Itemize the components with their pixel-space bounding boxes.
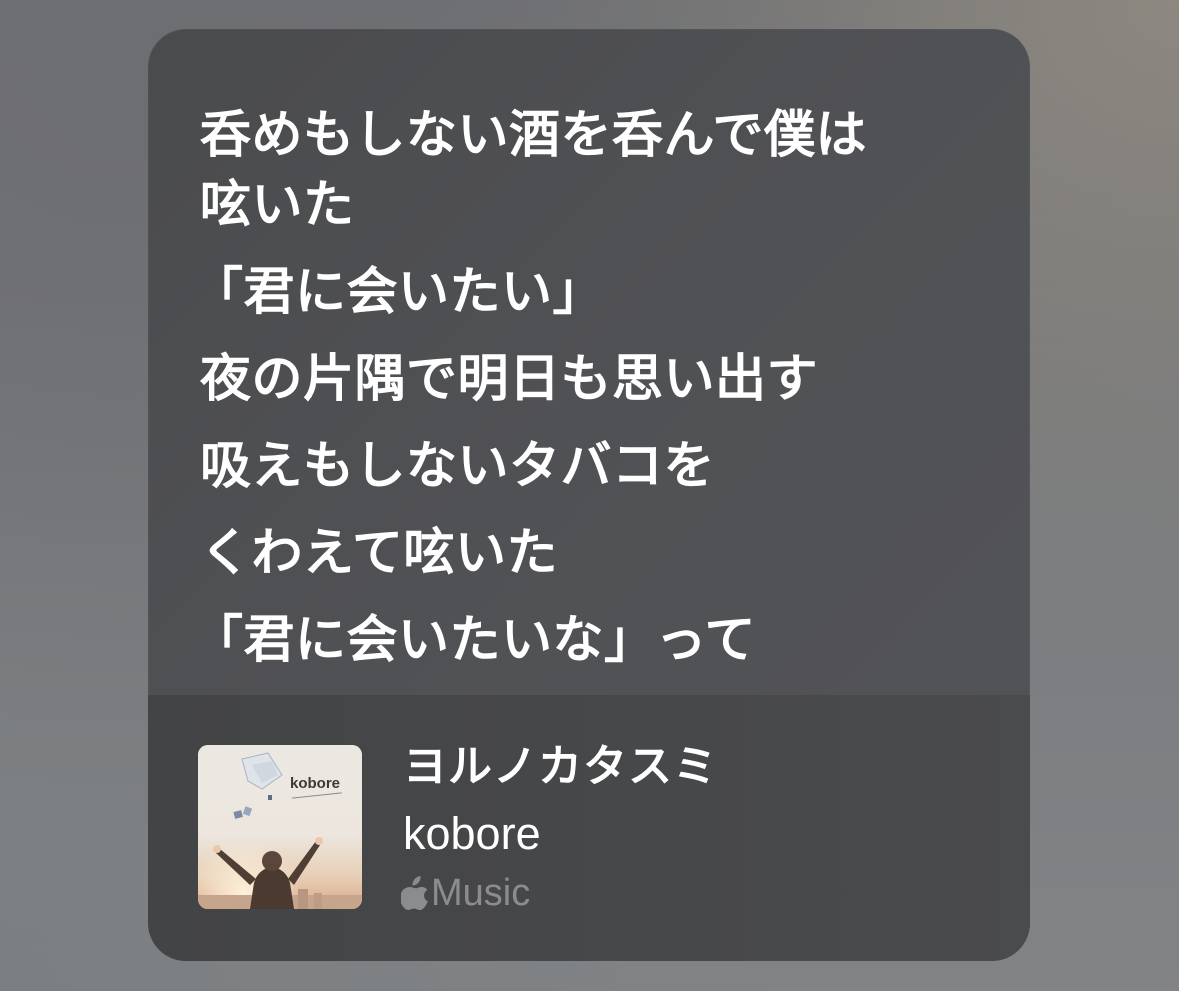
album-artwork-illustration [198, 745, 362, 909]
track-artist[interactable]: kobore [403, 807, 541, 861]
lyric-line: 吸えもしないタバコを [200, 437, 716, 496]
lyric-line: くわえて呟いた [200, 524, 558, 583]
lyrics-area: 呑めもしない酒を呑んで僕は 呟いた 「君に会いたい」 夜の片隅で明日も思い出す … [148, 29, 1030, 695]
lyrics-share-card: 呑めもしない酒を呑んで僕は 呟いた 「君に会いたい」 夜の片隅で明日も思い出す … [148, 29, 1030, 961]
lyric-line: 呑めもしない酒を呑んで僕は [200, 106, 867, 165]
lyric-line: 呟いた [200, 176, 355, 235]
album-artwork-logo: kobore [290, 775, 341, 792]
track-info-footer: kobore ヨルノカタスミ kobore Music [148, 695, 1030, 961]
track-title[interactable]: ヨルノカタスミ [403, 739, 718, 795]
service-label: Music [431, 872, 531, 914]
lyric-line: 「君に会いたい」 [192, 263, 605, 322]
lyric-line: 「君に会いたいな」って [192, 611, 756, 670]
lyric-line: 夜の片隅で明日も思い出す [200, 350, 819, 409]
apple-logo-icon [400, 876, 429, 910]
album-artwork[interactable]: kobore [198, 745, 362, 909]
apple-music-badge[interactable]: Music [400, 871, 531, 915]
